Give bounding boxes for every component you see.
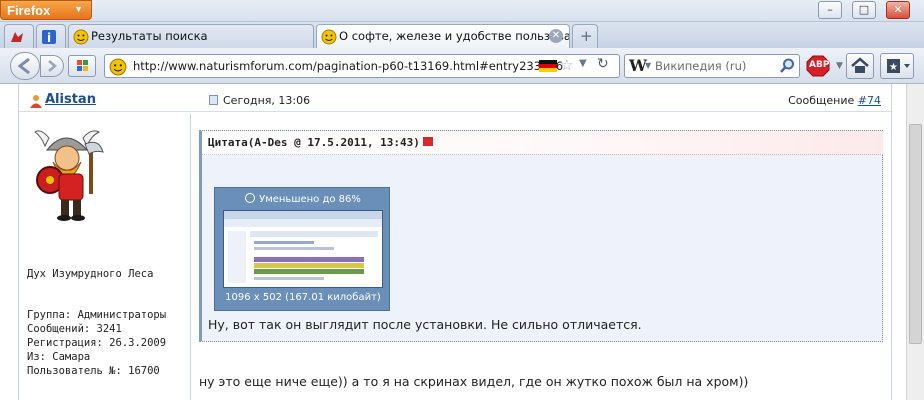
- thumbnail-dimensions: 1096 x 502 (167.01 килобайт): [225, 292, 381, 303]
- adblock-button[interactable]: ABP: [806, 55, 832, 77]
- post-number-link[interactable]: #74: [858, 94, 881, 107]
- post-date: Сегодня, 13:06: [209, 94, 310, 107]
- tab-pinned-home[interactable]: [4, 24, 34, 48]
- forum-post: Alistan Сегодня, 13:06 Сообщение #74 Дух…: [18, 84, 892, 400]
- user-rank: Дух Изумрудного Леса: [27, 268, 154, 280]
- user-group: Группа: Администраторы: [27, 309, 167, 321]
- forward-button[interactable]: [40, 55, 64, 77]
- search-bar[interactable]: W ▼ Википедия (ru): [624, 54, 800, 78]
- site-identity-button[interactable]: [68, 55, 96, 77]
- search-icon[interactable]: [779, 58, 795, 74]
- image-thumbnail[interactable]: Уменьшено до 86% 1096 x 502 (167.01 кило…: [214, 187, 390, 311]
- search-engine-dropdown-icon[interactable]: ▼: [645, 61, 651, 70]
- svg-text:★: ★: [889, 62, 898, 73]
- dropdown-arrow-icon[interactable]: ▼: [579, 58, 587, 69]
- user-post-count: Сообщений: 3241: [27, 323, 122, 335]
- smiley-favicon: [321, 29, 337, 45]
- svg-text:i: i: [47, 31, 51, 45]
- minimize-button[interactable]: –: [818, 1, 842, 19]
- tab-pinned-info[interactable]: i: [36, 24, 66, 48]
- post-header: Alistan Сегодня, 13:06 Сообщение #74: [19, 90, 891, 112]
- bookmarks-icon: ★: [887, 59, 910, 73]
- user-registered: Регистрация: 26.3.2009: [27, 337, 167, 349]
- page-viewport: Alistan Сегодня, 13:06 Сообщение #74 Дух…: [0, 84, 924, 400]
- home-tab-icon: [11, 32, 23, 42]
- arrow-left-icon: [17, 57, 30, 75]
- vertical-scrollbar[interactable]: [906, 84, 924, 400]
- grid-icon: [77, 60, 88, 71]
- smiley-favicon: [73, 29, 89, 45]
- back-button[interactable]: [10, 52, 40, 80]
- tab-label: Результаты поиска: [91, 29, 208, 43]
- user-info: Группа: Администраторы Сообщений: 3241 Р…: [27, 308, 166, 378]
- reload-icon[interactable]: ↻: [597, 56, 609, 72]
- search-placeholder: Википедия (ru): [655, 59, 747, 73]
- tab-search-results[interactable]: Результаты поиска: [68, 24, 314, 48]
- user-icon: [30, 95, 42, 108]
- screenshot-preview-graphic: [224, 211, 382, 283]
- new-tab-button[interactable]: +: [572, 24, 598, 48]
- arrow-right-icon: [48, 60, 57, 72]
- bookmarks-menu-button[interactable]: ★: [880, 53, 914, 79]
- maximize-button[interactable]: □: [852, 1, 876, 19]
- chevron-down-icon: ▼: [74, 4, 83, 14]
- scrollbar-thumb[interactable]: [909, 124, 922, 344]
- bookmark-star-icon[interactable]: ☆: [560, 56, 573, 74]
- tab-label: О софте, железе и удобстве пользова...: [339, 29, 570, 43]
- tab-strip: i Результаты поиска О софте, железе и уд…: [0, 22, 924, 48]
- document-icon: [209, 95, 218, 105]
- tab-active-forum[interactable]: О софте, железе и удобстве пользова... ✕: [316, 24, 570, 48]
- post-number-label: Сообщение: [788, 94, 855, 107]
- firefox-menu-button[interactable]: Firefox ▼: [0, 0, 92, 20]
- home-button[interactable]: [846, 53, 874, 79]
- zoom-icon: [245, 193, 256, 203]
- thumbnail-caption: Уменьшено до 86%: [215, 193, 391, 205]
- plus-icon: +: [580, 27, 593, 45]
- viking-avatar: [34, 130, 104, 221]
- close-tab-icon[interactable]: ✕: [549, 29, 563, 43]
- close-window-button[interactable]: ✕: [886, 1, 910, 19]
- post-body: Цитата(A-Des @ 17.5.2011, 13:43) Уменьше…: [199, 120, 885, 400]
- title-bar: Firefox ▼ – □ ✕: [0, 0, 924, 22]
- post-reply-text: ну это еще ниче еще)) а то я на скринах …: [199, 374, 749, 389]
- url-text: http://www.naturismforum.com/pagination-…: [133, 59, 564, 73]
- user-location: Из: Самара: [27, 351, 91, 363]
- post-date-text: Сегодня, 13:06: [223, 94, 311, 107]
- firefox-menu-label: Firefox: [7, 3, 51, 18]
- info-tab-icon: i: [42, 30, 56, 45]
- adblock-label: ABP: [809, 60, 830, 70]
- smiley-favicon: [109, 58, 127, 76]
- screenshot-preview: [223, 210, 383, 288]
- post-number: Сообщение #74: [788, 94, 881, 107]
- german-flag-icon: [539, 60, 557, 72]
- back-to-source-icon[interactable]: [422, 137, 433, 146]
- address-bar[interactable]: http://www.naturismforum.com/pagination-…: [104, 54, 620, 78]
- post-author-link[interactable]: Alistan: [45, 92, 96, 107]
- home-icon: [851, 57, 869, 73]
- quote-text: Ну, вот так он выглядит после установки.…: [208, 317, 642, 332]
- author-sidebar: Дух Изумрудного Леса Группа: Администрат…: [19, 114, 191, 400]
- quote-header-text: Цитата(A-Des @ 17.5.2011, 13:43): [208, 136, 433, 149]
- navigation-bar: http://www.naturismforum.com/pagination-…: [0, 48, 924, 84]
- user-id: Пользователь №: 16700: [27, 365, 160, 377]
- quote-block: Цитата(A-Des @ 17.5.2011, 13:43) Уменьше…: [199, 130, 883, 342]
- quote-header: Цитата(A-Des @ 17.5.2011, 13:43): [202, 131, 883, 155]
